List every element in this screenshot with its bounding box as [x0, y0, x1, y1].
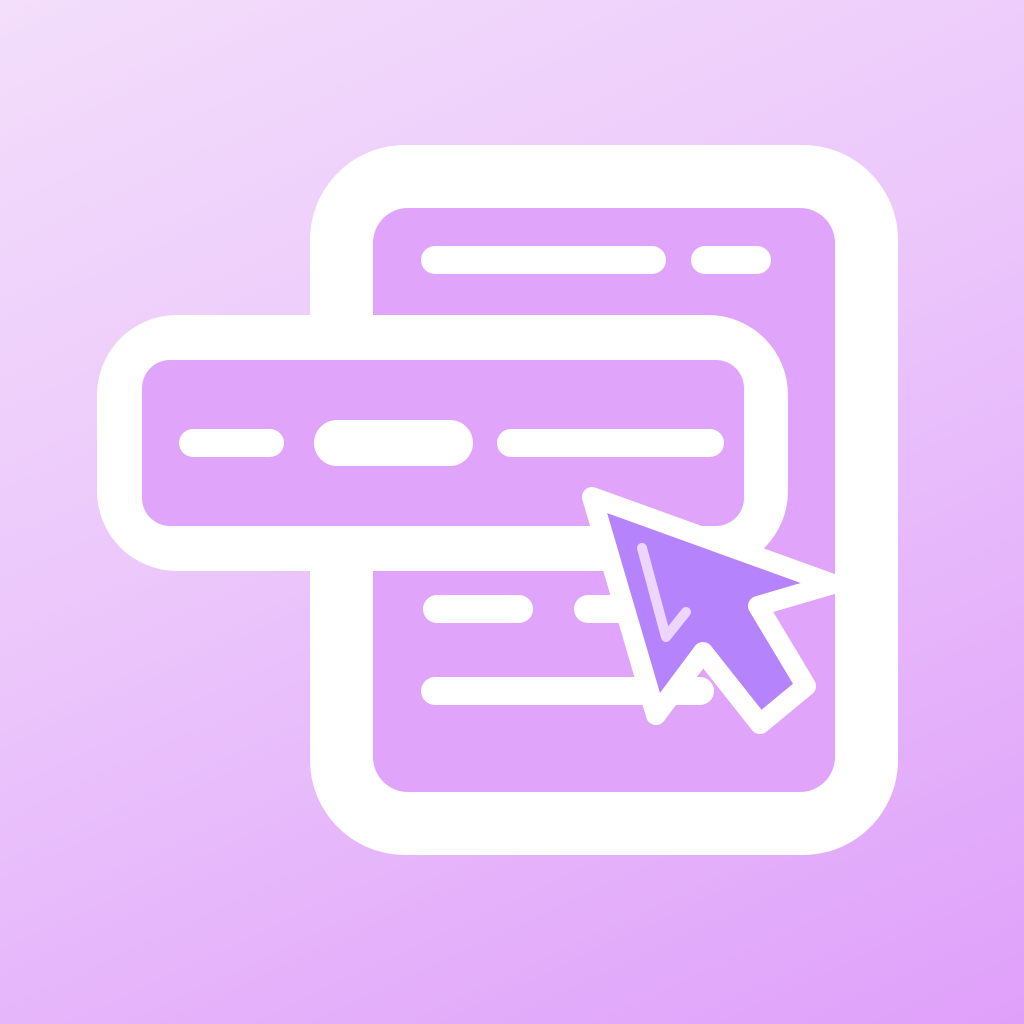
select-menu-cursor-icon: [97, 145, 898, 855]
app-icon: [0, 0, 1024, 1024]
